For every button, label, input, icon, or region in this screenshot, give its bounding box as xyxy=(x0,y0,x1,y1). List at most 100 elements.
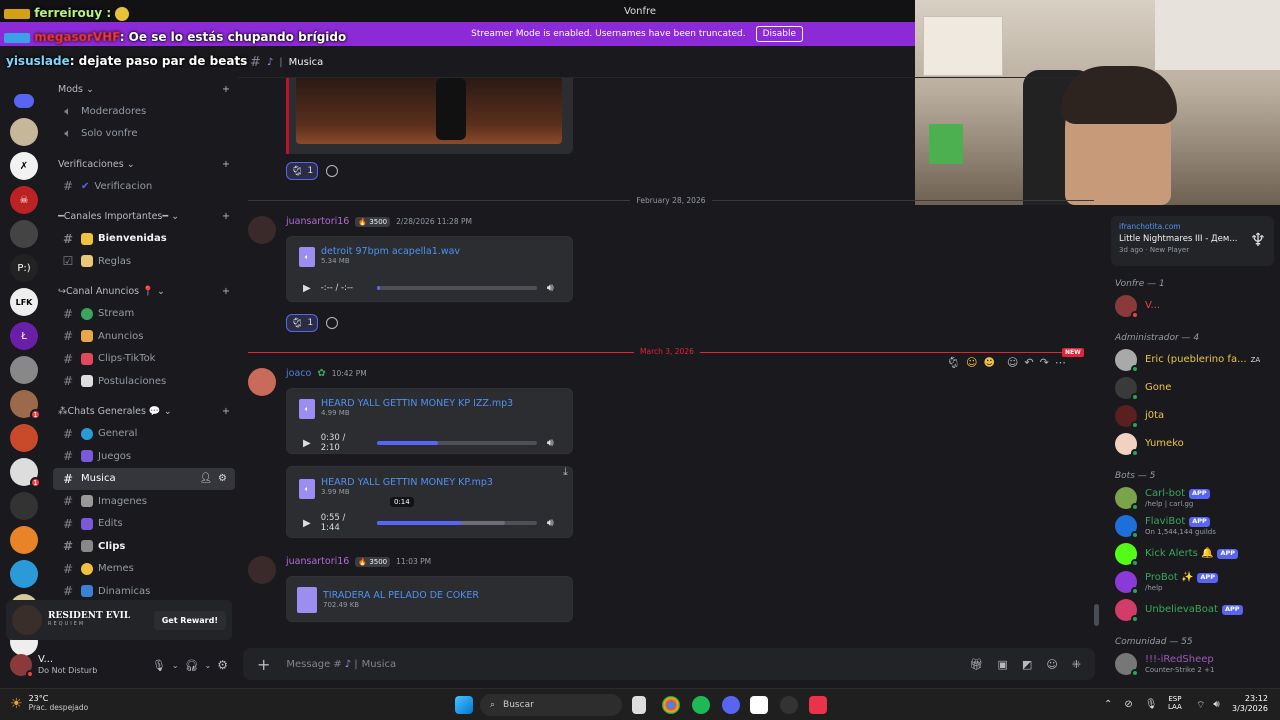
gif-icon[interactable]: ▣ xyxy=(998,658,1008,671)
server-icon[interactable]: ✗ xyxy=(10,152,38,180)
server-icon[interactable]: ☠ xyxy=(10,186,38,214)
network-icon[interactable]: ⊘ xyxy=(1124,699,1132,710)
avatar[interactable] xyxy=(248,368,276,396)
category-canal-anuncios[interactable]: ↪Canal Anuncios 📍 ⌄ + xyxy=(50,281,238,303)
category-mods[interactable]: Mods ⌄ + xyxy=(50,78,238,100)
taskbar-search[interactable]: ⌕ Buscar xyxy=(480,694,622,716)
member-item[interactable]: Gone xyxy=(1105,374,1280,402)
emoji-icon[interactable]: ☺ xyxy=(1046,658,1057,671)
channel-clips-tiktok[interactable]: # Clips-TikTok xyxy=(53,348,235,371)
category-canales-importantes[interactable]: ━Canales Importantes━ ⌄ + xyxy=(50,206,238,228)
scrollbar-thumb[interactable] xyxy=(1094,604,1099,626)
member-item[interactable]: Yumeko xyxy=(1105,430,1280,458)
chrome-icon[interactable] xyxy=(662,696,680,714)
disable-streamer-mode-button[interactable]: Disable xyxy=(755,26,803,42)
headphones-icon[interactable]: 🎧︎ xyxy=(185,659,199,672)
channel-juegos[interactable]: # Juegos xyxy=(53,445,235,468)
direct-messages-icon[interactable] xyxy=(14,94,34,108)
member-item[interactable]: UnbelievaBoat APP xyxy=(1105,596,1280,624)
member-item[interactable]: j0ta xyxy=(1105,402,1280,430)
activity-card[interactable]: ifranchotita.com Little Nightmares III -… xyxy=(1111,216,1274,266)
chevron-down-icon[interactable]: ⌄ xyxy=(205,661,212,670)
volume-icon[interactable]: 🔊︎ xyxy=(547,281,554,295)
add-channel-icon[interactable]: + xyxy=(222,211,230,222)
reaction-chip[interactable]: 🐐︎ 1 xyxy=(286,314,318,332)
channel-musica[interactable]: # Musica 👤︎ ⚙ xyxy=(53,467,235,490)
apps-icon[interactable]: ⁜ xyxy=(1072,658,1081,671)
member-item[interactable]: V... xyxy=(1105,292,1280,320)
member-item[interactable]: Carl-bot APP/help | carl.gg xyxy=(1105,484,1280,512)
add-channel-icon[interactable]: + xyxy=(222,406,230,417)
more-options-icon[interactable]: ⋯ xyxy=(1055,356,1066,369)
server-icon[interactable]: LFK xyxy=(10,288,38,316)
category-verificaciones[interactable]: Verificaciones ⌄ + xyxy=(50,153,238,175)
seek-bar[interactable] xyxy=(376,441,537,445)
files-icon[interactable] xyxy=(632,696,646,714)
add-reaction-icon[interactable]: ☺ xyxy=(1007,356,1018,369)
forward-icon[interactable]: ↷ xyxy=(1040,356,1049,369)
reaction-chip[interactable]: 🐐︎ 1 xyxy=(286,162,318,180)
channel-stream[interactable]: # Stream xyxy=(53,303,235,326)
server-icon[interactable] xyxy=(10,118,38,146)
channel-imagenes[interactable]: # Imagenes xyxy=(53,490,235,513)
server-icon[interactable]: P:) xyxy=(10,254,38,282)
server-icon[interactable]: Ł xyxy=(10,322,38,350)
play-icon[interactable]: ▶ xyxy=(303,518,311,529)
add-channel-icon[interactable]: + xyxy=(222,286,230,297)
file-link[interactable]: HEARD YALL GETTIN MONEY KP IZZ.mp3 xyxy=(321,398,513,409)
member-item[interactable]: Kick Alerts 🔔 APP xyxy=(1105,540,1280,568)
volume-icon[interactable]: 🔊︎ xyxy=(547,516,554,530)
start-button-icon[interactable] xyxy=(455,696,473,714)
channel-anuncios[interactable]: # Anuncios xyxy=(53,325,235,348)
goat-reaction-icon[interactable]: 🐐︎ xyxy=(946,356,960,369)
channel-clips[interactable]: # Clips xyxy=(53,535,235,558)
volume-icon[interactable]: 🔊︎ xyxy=(547,436,554,450)
capcut-icon[interactable] xyxy=(750,696,768,714)
embed-image[interactable] xyxy=(296,78,562,144)
language-indicator[interactable]: ESP LAA xyxy=(1168,695,1182,712)
server-icon[interactable]: 1 xyxy=(10,458,41,488)
tiktok-icon[interactable] xyxy=(809,696,827,714)
server-icon[interactable] xyxy=(10,356,38,384)
add-reaction-icon[interactable] xyxy=(326,317,338,329)
seek-bar[interactable] xyxy=(376,521,537,525)
avatar[interactable] xyxy=(248,216,276,244)
volume-icon[interactable]: 🔊︎ xyxy=(1213,699,1219,712)
channel-solo-vonfre[interactable]: 🔈︎ Solo vonfre xyxy=(53,123,235,146)
surprised-reaction-icon[interactable]: ☻ xyxy=(983,356,994,369)
channel-moderadores[interactable]: 🔈︎ Moderadores xyxy=(53,100,235,123)
file-link[interactable]: detroit 97bpm acapella1.wav xyxy=(321,246,460,257)
play-icon[interactable]: ▶ xyxy=(303,283,311,294)
chevron-up-icon[interactable]: ⌃ xyxy=(1104,699,1112,710)
server-icon[interactable]: 1 xyxy=(10,390,41,420)
play-icon[interactable]: ▶ xyxy=(303,438,311,449)
gear-icon[interactable]: ⚙ xyxy=(218,473,227,484)
member-item[interactable]: Eric (pueblerino fa... ZA xyxy=(1105,346,1280,374)
add-channel-icon[interactable]: + xyxy=(222,84,230,95)
category-chats-generales[interactable]: ⁂Chats Generales 💬 ⌄ + xyxy=(50,401,238,423)
avatar[interactable] xyxy=(248,556,276,584)
server-icon[interactable] xyxy=(10,492,38,520)
download-icon[interactable]: ⤓ xyxy=(563,465,568,479)
sticker-icon[interactable]: ◩ xyxy=(1022,658,1032,671)
channel-dinamicas[interactable]: # Dinamicas xyxy=(53,580,235,598)
channel-memes[interactable]: # Memes xyxy=(53,558,235,581)
wifi-icon[interactable]: ⌔ xyxy=(1196,699,1205,712)
server-icon[interactable] xyxy=(10,526,38,554)
channel-postulaciones[interactable]: # Postulaciones xyxy=(53,370,235,393)
gift-icon[interactable]: 🎁︎ xyxy=(970,658,984,671)
invite-icon[interactable]: 👤︎ xyxy=(199,473,212,484)
server-icon[interactable] xyxy=(10,560,38,588)
microphone-icon[interactable]: 🎙︎ xyxy=(152,659,166,672)
channel-bienvenidas[interactable]: # Bienvenidas xyxy=(53,228,235,251)
channel-reglas[interactable]: ☑ Reglas xyxy=(53,250,235,273)
seek-bar[interactable] xyxy=(376,286,537,290)
plus-icon[interactable]: + xyxy=(257,655,270,674)
file-link[interactable]: HEARD YALL GETTIN MONEY KP.mp3 xyxy=(321,477,493,488)
settings-gear-icon[interactable]: ⚙ xyxy=(217,658,228,672)
member-item[interactable]: !!!-iRedSheep Counter-Strike 2 +1 xyxy=(1105,650,1280,678)
file-link[interactable]: TIRADERA AL PELADO DE COKER xyxy=(323,590,479,601)
avatar[interactable] xyxy=(10,654,34,678)
server-icon[interactable] xyxy=(10,424,38,452)
spotify-icon[interactable] xyxy=(692,696,710,714)
